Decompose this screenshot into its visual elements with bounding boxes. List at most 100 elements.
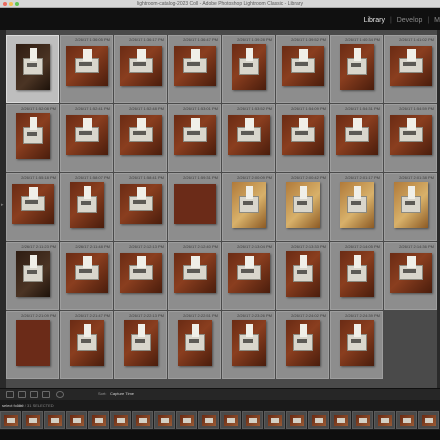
filmstrip-thumbnail[interactable] xyxy=(44,411,65,429)
grid-cell[interactable]: 2/26/17 2:14:05 PM xyxy=(330,242,383,310)
grid-cell[interactable]: 2/26/17 1:52:48 PM xyxy=(114,104,167,172)
filmstrip-thumbnail[interactable] xyxy=(176,411,197,429)
photo-thumbnail[interactable] xyxy=(282,115,324,155)
grid-cell[interactable]: 2/26/17 2:12:13 PM xyxy=(114,242,167,310)
grid-cell[interactable] xyxy=(6,35,59,103)
grid-cell[interactable]: 2/26/17 2:21:47 PM xyxy=(60,311,113,379)
grid-cell[interactable]: 2/26/17 1:52:08 PM xyxy=(6,104,59,172)
grid-cell[interactable]: 2/26/17 2:24:02 PM xyxy=(276,311,329,379)
photo-thumbnail[interactable] xyxy=(124,320,158,366)
grid-cell[interactable]: 2/26/17 1:40:34 PM xyxy=(330,35,383,103)
photo-thumbnail[interactable] xyxy=(232,44,266,90)
photo-thumbnail[interactable] xyxy=(174,115,216,155)
grid-cell[interactable]: 2/26/17 1:58:07 PM xyxy=(60,173,113,241)
photo-thumbnail[interactable] xyxy=(16,251,50,297)
photo-thumbnail[interactable] xyxy=(12,184,54,224)
grid-cell[interactable]: 2/26/17 1:52:41 PM xyxy=(60,104,113,172)
sort-dropdown[interactable]: Capture Time xyxy=(110,391,134,396)
grid-cell[interactable]: 2/26/17 2:00:42 PM xyxy=(276,173,329,241)
photo-thumbnail[interactable] xyxy=(174,253,216,293)
filmstrip-thumbnail[interactable] xyxy=(242,411,263,429)
photo-thumbnail[interactable] xyxy=(232,182,266,228)
grid-cell[interactable]: 2/26/17 2:24:39 PM xyxy=(330,311,383,379)
filmstrip-thumbnail[interactable] xyxy=(198,411,219,429)
photo-thumbnail[interactable] xyxy=(340,182,374,228)
photo-thumbnail[interactable] xyxy=(174,184,216,224)
photo-thumbnail[interactable] xyxy=(340,251,374,297)
photo-thumbnail[interactable] xyxy=(66,46,108,86)
grid-cell[interactable]: 2/26/17 1:39:28 PM xyxy=(222,35,275,103)
photo-thumbnail[interactable] xyxy=(394,182,428,228)
grid-cell[interactable]: 2/26/17 2:00:09 PM xyxy=(222,173,275,241)
photo-thumbnail[interactable] xyxy=(66,115,108,155)
filmstrip-thumbnail[interactable] xyxy=(66,411,87,429)
grid-cell[interactable]: 2/26/17 2:22:13 PM xyxy=(114,311,167,379)
grid-cell[interactable]: 2/26/17 1:53:01 PM xyxy=(168,104,221,172)
photo-thumbnail[interactable] xyxy=(16,113,50,159)
photo-thumbnail[interactable] xyxy=(66,253,108,293)
grid-cell[interactable]: 2/26/17 1:54:09 PM xyxy=(276,104,329,172)
filmstrip-thumbnail[interactable] xyxy=(286,411,307,429)
grid-cell[interactable]: 2/26/17 2:13:04 PM xyxy=(222,242,275,310)
photo-thumbnail[interactable] xyxy=(286,320,320,366)
photo-thumbnail[interactable] xyxy=(178,320,212,366)
grid-cell[interactable]: 2/26/17 2:01:38 PM xyxy=(384,173,437,241)
photo-thumbnail[interactable] xyxy=(70,182,104,228)
grid-cell[interactable]: 2/26/17 2:13:33 PM xyxy=(276,242,329,310)
photo-thumbnail[interactable] xyxy=(282,46,324,86)
filmstrip-thumbnail[interactable] xyxy=(220,411,241,429)
photo-thumbnail[interactable] xyxy=(340,44,374,90)
grid-cell[interactable]: 2/26/17 1:55:18 PM xyxy=(6,173,59,241)
grid-cell[interactable]: 2/26/17 2:14:36 PM xyxy=(384,242,437,310)
photo-thumbnail[interactable] xyxy=(286,182,320,228)
photo-thumbnail[interactable] xyxy=(70,320,104,366)
grid-cell[interactable]: 2/26/17 1:36:05 PM xyxy=(60,35,113,103)
filmstrip-thumbnail[interactable] xyxy=(308,411,329,429)
loupe-view-icon[interactable] xyxy=(18,391,26,398)
expand-left-panel-icon[interactable]: ▸ xyxy=(1,202,4,208)
photo-thumbnail[interactable] xyxy=(120,46,162,86)
grid-cell[interactable]: 2/26/17 2:22:51 PM xyxy=(168,311,221,379)
grid-cell[interactable]: 2/26/17 2:11:23 PM xyxy=(6,242,59,310)
grid-cell[interactable]: 2/26/17 1:54:59 PM xyxy=(384,104,437,172)
grid-cell[interactable]: 2/26/17 1:59:31 PM xyxy=(168,173,221,241)
module-library[interactable]: Library xyxy=(364,17,385,24)
module-map[interactable]: M xyxy=(434,17,440,24)
grid-cell[interactable]: 2/26/17 1:41:02 PM xyxy=(384,35,437,103)
grid-cell[interactable]: 2/26/17 2:11:48 PM xyxy=(60,242,113,310)
grid-cell[interactable]: 2/26/17 1:54:31 PM xyxy=(330,104,383,172)
photo-thumbnail[interactable] xyxy=(286,251,320,297)
grid-cell[interactable]: 2/26/17 1:36:17 PM xyxy=(114,35,167,103)
filmstrip-thumbnail[interactable] xyxy=(88,411,109,429)
photo-thumbnail[interactable] xyxy=(340,320,374,366)
photo-thumbnail[interactable] xyxy=(390,115,432,155)
photo-thumbnail[interactable] xyxy=(228,253,270,293)
filmstrip-thumbnail[interactable] xyxy=(0,411,21,429)
module-develop[interactable]: Develop xyxy=(397,17,423,24)
photo-thumbnail[interactable] xyxy=(120,184,162,224)
grid-cell[interactable]: 2/26/17 1:39:52 PM xyxy=(276,35,329,103)
filmstrip-thumbnail[interactable] xyxy=(374,411,395,429)
photo-thumbnail[interactable] xyxy=(390,253,432,293)
filmstrip-thumbnail[interactable] xyxy=(154,411,175,429)
filmstrip-thumbnail[interactable] xyxy=(352,411,373,429)
photo-thumbnail[interactable] xyxy=(390,46,432,86)
photo-thumbnail[interactable] xyxy=(120,253,162,293)
grid-cell[interactable]: 2/26/17 2:01:17 PM xyxy=(330,173,383,241)
photo-thumbnail[interactable] xyxy=(228,115,270,155)
filmstrip-thumbnail[interactable] xyxy=(22,411,43,429)
photo-thumbnail[interactable] xyxy=(120,115,162,155)
survey-view-icon[interactable] xyxy=(42,391,50,398)
compare-view-icon[interactable] xyxy=(30,391,38,398)
grid-view-icon[interactable] xyxy=(6,391,14,398)
grid-cell[interactable]: 2/26/17 2:12:40 PM xyxy=(168,242,221,310)
filmstrip-thumbnail[interactable] xyxy=(110,411,131,429)
grid-cell[interactable]: 2/26/17 2:23:26 PM xyxy=(222,311,275,379)
grid-cell[interactable]: 2/26/17 2:21:09 PM xyxy=(6,311,59,379)
filmstrip-thumbnail[interactable] xyxy=(132,411,153,429)
grid-cell[interactable]: 2/26/17 1:58:41 PM xyxy=(114,173,167,241)
photo-thumbnail[interactable] xyxy=(232,320,266,366)
grid-cell[interactable]: 2/26/17 1:53:52 PM xyxy=(222,104,275,172)
filmstrip-thumbnail[interactable] xyxy=(418,411,439,429)
photo-thumbnail[interactable] xyxy=(174,46,216,86)
